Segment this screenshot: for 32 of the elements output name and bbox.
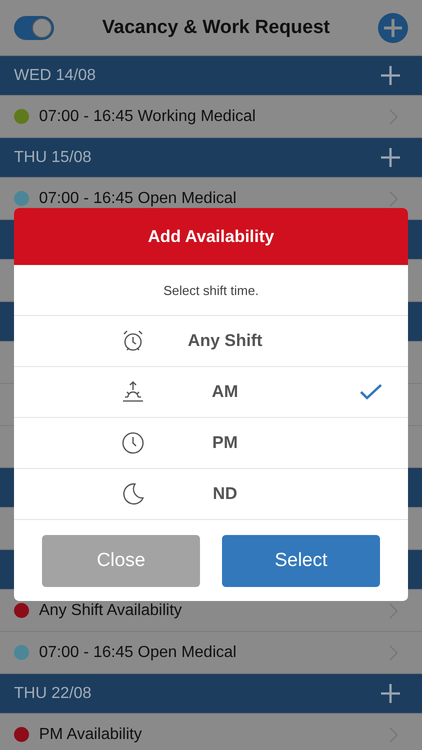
checkmark-icon: [360, 384, 382, 400]
shift-label: 07:00 - 16:45 Working Medical: [39, 108, 257, 126]
shift-label: 07:00 - 16:45 Open Medical: [39, 644, 238, 662]
select-button[interactable]: Select: [222, 535, 380, 587]
add-icon[interactable]: [381, 684, 400, 703]
day-label: WED 14/08: [14, 66, 97, 84]
shift-label: 07:00 - 16:45 Open Medical: [39, 190, 238, 208]
add-icon[interactable]: [378, 12, 408, 42]
shift-label: PM Availability: [39, 726, 143, 744]
chevron-icon: [389, 190, 398, 206]
page-title: Vacancy & Work Request: [101, 16, 331, 38]
shift-option[interactable]: Any Shift: [14, 316, 408, 367]
toggle-switch[interactable]: [14, 16, 54, 40]
shift-option[interactable]: AM: [14, 367, 408, 418]
shift-label: Any Shift Availability: [39, 602, 183, 620]
day-label: THU 22/08: [14, 684, 92, 702]
option-label: AM: [210, 382, 240, 402]
add-icon[interactable]: [381, 148, 400, 167]
option-label: PM: [211, 433, 239, 453]
clock-icon: [121, 431, 145, 455]
option-label: ND: [212, 484, 238, 504]
sunrise-icon: [121, 380, 145, 404]
moon-icon: [121, 482, 145, 506]
shift-option[interactable]: ND: [14, 469, 408, 520]
chevron-icon: [389, 602, 398, 618]
shift-option[interactable]: PM: [14, 418, 408, 469]
alarm-clock-icon: [121, 329, 145, 353]
dialog-subtitle: Select shift time.: [163, 282, 259, 298]
add-icon[interactable]: [381, 66, 400, 85]
day-label: THU 15/08: [14, 148, 92, 166]
dialog-title: Add Availability: [148, 226, 274, 246]
option-label: Any Shift: [186, 331, 264, 351]
